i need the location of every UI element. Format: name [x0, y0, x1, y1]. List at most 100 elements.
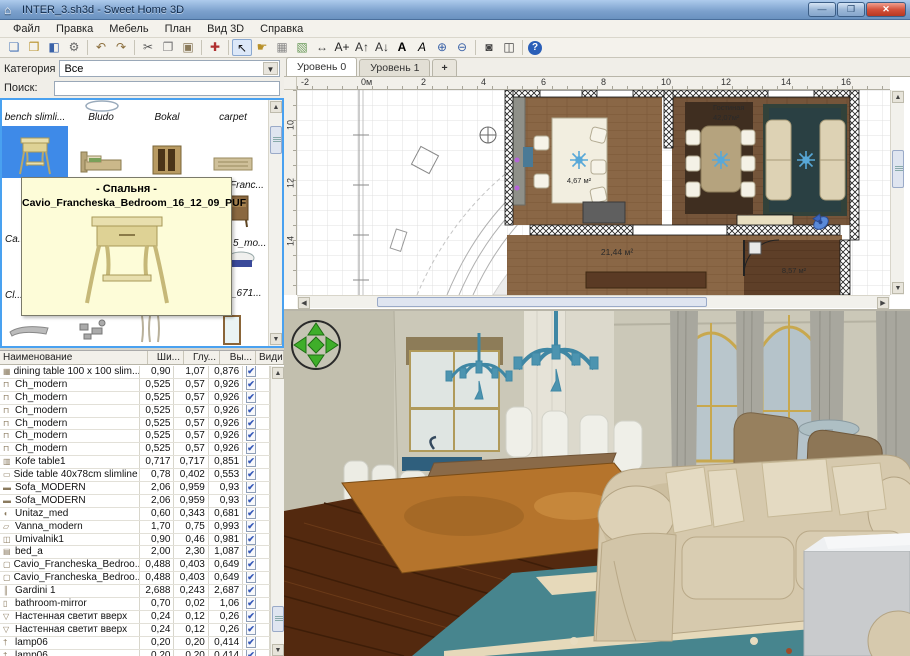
scroll-down-icon[interactable]: ▼: [270, 333, 282, 345]
add-text-icon[interactable]: A+: [332, 39, 352, 56]
restore-button[interactable]: ❐: [837, 2, 865, 17]
plan-vertical-scrollbar[interactable]: ▲ ▼: [890, 90, 904, 295]
open-icon[interactable]: ❒: [24, 39, 44, 56]
visible-checkbox[interactable]: ✔: [246, 637, 256, 648]
table-row[interactable]: ▢Cavio_Francheska_Bedroo...0,4880,4030,6…: [0, 572, 270, 585]
zoom-out-icon[interactable]: ⊖: [452, 39, 472, 56]
new-document-icon[interactable]: ❏: [4, 39, 24, 56]
table-row[interactable]: ▱Vanna_modern1,700,750,993✔: [0, 521, 270, 534]
table-row[interactable]: ▥Kofe table10,7170,7170,851✔: [0, 456, 270, 469]
search-input[interactable]: [54, 81, 280, 96]
select-icon[interactable]: ↖: [232, 39, 252, 56]
visible-checkbox[interactable]: ✔: [246, 405, 256, 416]
column-header[interactable]: Глу...: [184, 351, 220, 364]
menu-item[interactable]: Справка: [253, 22, 310, 36]
visible-checkbox[interactable]: ✔: [246, 443, 256, 454]
catalog-scrollbar[interactable]: ▲ ▼: [268, 100, 282, 346]
visible-checkbox[interactable]: ✔: [246, 392, 256, 403]
plan-view[interactable]: -20м246810121416 101214: [284, 77, 910, 309]
table-row[interactable]: ◫Umivalnik10,900,460,981✔: [0, 534, 270, 547]
scroll-down-icon[interactable]: ▼: [272, 644, 284, 656]
3d-view[interactable]: [284, 311, 910, 656]
plan-horizontal-scrollbar[interactable]: ◀ ▶: [297, 295, 890, 308]
photo-icon[interactable]: ◙: [479, 39, 499, 56]
create-rooms-icon[interactable]: ▧: [292, 39, 312, 56]
preferences-icon[interactable]: ⚙: [64, 39, 84, 56]
plan-hscroll-thumb[interactable]: [377, 297, 707, 307]
menu-item[interactable]: План: [158, 22, 199, 36]
table-row[interactable]: ◖Unitaz_med0,600,3430,681✔: [0, 508, 270, 521]
redo-icon[interactable]: ↷: [111, 39, 131, 56]
menu-item[interactable]: Вид 3D: [200, 22, 251, 36]
paste-icon[interactable]: ▣: [178, 39, 198, 56]
table-row[interactable]: ▬Sofa_MODERN2,060,9590,93✔: [0, 495, 270, 508]
scroll-up-icon[interactable]: ▲: [272, 367, 284, 379]
add-furniture-icon[interactable]: ✚: [205, 39, 225, 56]
catalog-item-cabinet[interactable]: [134, 126, 200, 178]
copy-icon[interactable]: ❐: [158, 39, 178, 56]
visible-checkbox[interactable]: ✔: [246, 482, 256, 493]
plan-vscroll-thumb[interactable]: [892, 150, 904, 188]
catalog-item-bed[interactable]: [68, 126, 134, 178]
create-walls-icon[interactable]: ▦: [272, 39, 292, 56]
add-level-tab[interactable]: +: [432, 59, 456, 76]
column-header[interactable]: Вы...: [220, 351, 256, 364]
catalog-scroll-thumb[interactable]: [270, 126, 282, 154]
table-row[interactable]: ⊓Ch_modern0,5250,570,926✔: [0, 405, 270, 418]
create-dimensions-icon[interactable]: ↔: [312, 39, 332, 56]
decrease-text-size-icon[interactable]: A↓: [372, 39, 392, 56]
visible-checkbox[interactable]: ✔: [246, 624, 256, 635]
zoom-in-icon[interactable]: ⊕: [432, 39, 452, 56]
catalog-item-dresser[interactable]: [200, 126, 266, 178]
visible-checkbox[interactable]: ✔: [246, 598, 256, 609]
visible-checkbox[interactable]: ✔: [246, 418, 256, 429]
scroll-up-icon[interactable]: ▲: [270, 101, 282, 113]
column-header[interactable]: Наименование: [0, 351, 148, 364]
bold-icon[interactable]: A: [392, 39, 412, 56]
table-scrollbar[interactable]: ▲ ▼: [270, 366, 284, 656]
video-icon[interactable]: ◫: [499, 39, 519, 56]
undo-icon[interactable]: ↶: [91, 39, 111, 56]
table-row[interactable]: ▭Side table 40x78cm slimline0,780,4020,5…: [0, 469, 270, 482]
scroll-up-icon[interactable]: ▲: [892, 91, 904, 103]
visible-checkbox[interactable]: ✔: [246, 379, 256, 390]
visible-checkbox[interactable]: ✔: [246, 456, 256, 467]
visible-checkbox[interactable]: ✔: [246, 521, 256, 532]
scroll-down-icon[interactable]: ▼: [892, 282, 904, 294]
table-row[interactable]: ⊓Ch_modern0,5250,570,926✔: [0, 379, 270, 392]
visible-checkbox[interactable]: ✔: [246, 611, 256, 622]
chevron-down-icon[interactable]: ▼: [263, 62, 278, 75]
table-row[interactable]: ⊓Ch_modern0,5250,570,926✔: [0, 392, 270, 405]
scroll-left-icon[interactable]: ◀: [298, 297, 310, 309]
visible-checkbox[interactable]: ✔: [246, 546, 256, 557]
visible-checkbox[interactable]: ✔: [246, 572, 256, 583]
table-row[interactable]: †lamp060,200,200,414✔: [0, 637, 270, 650]
table-row[interactable]: ▯bathroom-mirror0,700,021,06✔: [0, 598, 270, 611]
catalog-item-selected[interactable]: [2, 126, 68, 178]
table-row[interactable]: ▢Cavio_Francheska_Bedroo...0,4880,4030,6…: [0, 559, 270, 572]
visible-checkbox[interactable]: ✔: [246, 559, 256, 570]
visible-checkbox[interactable]: ✔: [246, 585, 256, 596]
table-row[interactable]: ⊓Ch_modern0,5250,570,926✔: [0, 443, 270, 456]
close-button[interactable]: ✕: [866, 2, 906, 17]
column-header[interactable]: Ши...: [148, 351, 184, 364]
level-tab[interactable]: Уровень 0: [286, 57, 357, 76]
menu-item[interactable]: Мебель: [102, 22, 155, 36]
table-row[interactable]: ▤bed_a2,002,301,087✔: [0, 546, 270, 559]
visible-checkbox[interactable]: ✔: [246, 508, 256, 519]
minimize-button[interactable]: —: [808, 2, 836, 17]
visible-checkbox[interactable]: ✔: [246, 366, 256, 377]
level-tab[interactable]: Уровень 1: [359, 59, 430, 76]
table-scroll-thumb[interactable]: [272, 606, 284, 632]
visible-checkbox[interactable]: ✔: [246, 534, 256, 545]
help-icon[interactable]: ?: [528, 41, 542, 55]
table-row[interactable]: ⊓Ch_modern0,5250,570,926✔: [0, 430, 270, 443]
column-header[interactable]: Види...: [256, 351, 284, 364]
visible-checkbox[interactable]: ✔: [246, 650, 256, 656]
table-row[interactable]: ║Gardini 12,6880,2432,687✔: [0, 585, 270, 598]
visible-checkbox[interactable]: ✔: [246, 469, 256, 480]
visible-checkbox[interactable]: ✔: [246, 495, 256, 506]
table-row[interactable]: †lamp060,200,200,414✔: [0, 650, 270, 656]
italic-icon[interactable]: A: [412, 39, 432, 56]
table-row[interactable]: ▬Sofa_MODERN2,060,9590,93✔: [0, 482, 270, 495]
